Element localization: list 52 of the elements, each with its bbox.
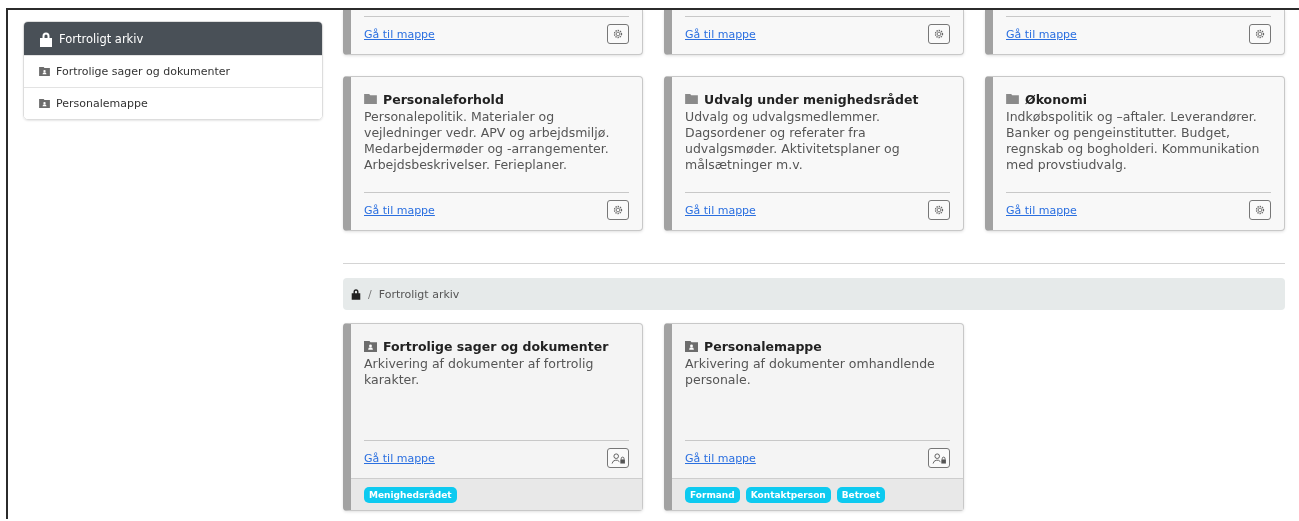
- card-title: Udvalg under menighedsrådet: [704, 91, 919, 107]
- card-title: Personaleforhold: [383, 91, 504, 107]
- card-title: Økonomi: [1025, 91, 1087, 107]
- person-lock-icon: [931, 452, 947, 464]
- breadcrumb-item: Fortroligt arkiv: [378, 287, 460, 301]
- folder-person-icon: [39, 99, 50, 108]
- folder-person-icon: [364, 340, 377, 352]
- folder-link[interactable]: Gå til mappe: [685, 451, 756, 465]
- settings-icon: [1255, 205, 1265, 215]
- card-title: Personalemappe: [704, 338, 822, 354]
- folder-icon: [1006, 94, 1019, 104]
- settings-icon: [613, 29, 623, 39]
- settings-button[interactable]: [1249, 200, 1271, 220]
- settings-button[interactable]: [607, 24, 629, 44]
- role-tag: Formand: [685, 486, 740, 503]
- card-description: Personalepolitik. Materialer og vejledninger vedr. APV og arbejdsmiljø. Medarbejdermøder og -arrangementer. Arbejdsbeskrivelser. Ferieplaner.: [364, 109, 611, 173]
- settings-icon: [934, 29, 944, 39]
- access-button[interactable]: [928, 448, 950, 468]
- settings-icon: [1255, 29, 1265, 39]
- folder-person-icon: [39, 67, 50, 76]
- settings-button[interactable]: [928, 24, 950, 44]
- lock-icon: [351, 288, 361, 300]
- card-description: Indkøbspolitik og –aftaler. Leverandører. Banker og pengeinstitutter. Budget, regnskab og bogholderi. Kommunikation med provstiudvalg.: [1006, 109, 1261, 173]
- folder-link[interactable]: Gå til mappe: [364, 203, 435, 217]
- access-button[interactable]: [607, 448, 629, 468]
- card-title: Fortrolige sager og dokumenter: [383, 338, 609, 354]
- folder-link[interactable]: Gå til mappe: [685, 27, 756, 41]
- folder-link[interactable]: Gå til mappe: [1006, 203, 1077, 217]
- folder-link[interactable]: Gå til mappe: [364, 27, 435, 41]
- settings-icon: [934, 205, 944, 215]
- folder-icon: [685, 94, 698, 104]
- folder-person-icon: [685, 340, 698, 352]
- lock-icon: [39, 30, 53, 47]
- card-description: Arkivering af dokumenter af fortrolig karakter.: [364, 356, 595, 388]
- breadcrumb-separator: /: [368, 287, 372, 301]
- folder-icon: [364, 94, 377, 104]
- role-tag: Betroet: [836, 486, 886, 503]
- card-description: Udvalg og udvalgsmedlemmer. Dagsordener og referater fra udvalgsmøder. Aktivitetsplaner og målsætninger m.v.: [685, 109, 901, 173]
- settings-button[interactable]: [607, 200, 629, 220]
- settings-button[interactable]: [928, 200, 950, 220]
- sidebar-item[interactable]: Personalemappe: [24, 87, 322, 119]
- settings-icon: [613, 205, 623, 215]
- sidebar-item[interactable]: Fortrolige sager og dokumenter: [24, 55, 322, 87]
- folder-link[interactable]: Gå til mappe: [364, 451, 435, 465]
- role-tag: Kontaktperson: [745, 486, 831, 503]
- folder-link[interactable]: Gå til mappe: [685, 203, 756, 217]
- person-lock-icon: [610, 452, 626, 464]
- folder-link[interactable]: Gå til mappe: [1006, 27, 1077, 41]
- card-description: Arkivering af dokumenter omhandlende personale.: [685, 356, 936, 388]
- settings-button[interactable]: [1249, 24, 1271, 44]
- sidebar-title: Fortroligt arkiv: [59, 31, 144, 46]
- role-tag: Menighedsrådet: [364, 486, 457, 503]
